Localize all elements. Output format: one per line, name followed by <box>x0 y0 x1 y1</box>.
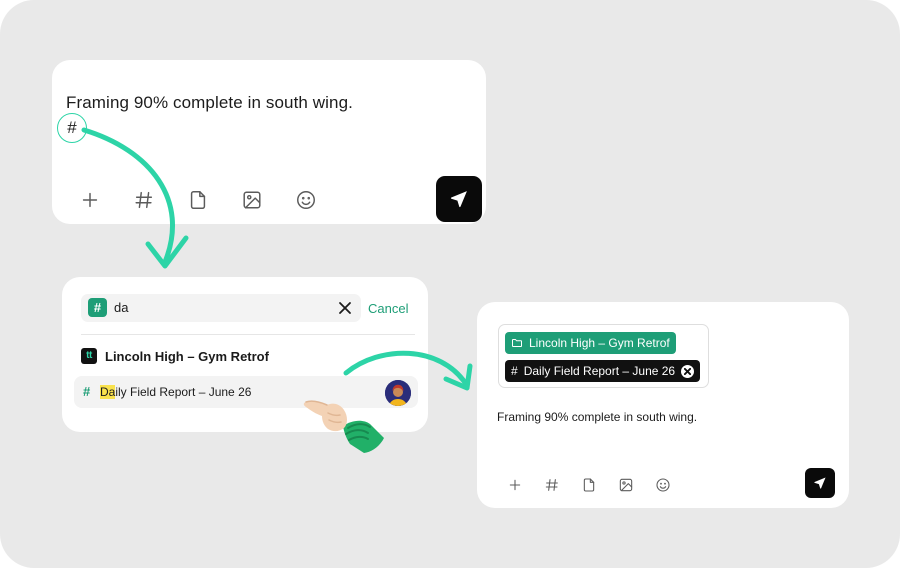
remove-chip-button[interactable] <box>681 364 695 378</box>
file-icon[interactable] <box>580 476 598 494</box>
project-chip[interactable]: Lincoln High – Gym Retrof <box>505 332 676 354</box>
report-chip[interactable]: # Daily Field Report – June 26 <box>505 360 701 382</box>
report-chip-label: Daily Field Report – June 26 <box>523 364 676 378</box>
folder-icon <box>512 339 522 347</box>
file-icon[interactable] <box>186 188 210 212</box>
project-logo: tt <box>81 348 97 364</box>
match-highlight: Da <box>100 385 116 399</box>
result-label-rest: ily Field Report – June 26 <box>115 385 252 399</box>
result-label: Daily Field Report – June 26 <box>100 385 251 399</box>
project-chip-label: Lincoln High – Gym Retrof <box>529 336 670 350</box>
composer-toolbar <box>506 476 672 494</box>
hash-trigger[interactable]: # <box>57 113 87 143</box>
composer-bottom: Lincoln High – Gym Retrof # Daily Field … <box>477 302 849 508</box>
cancel-button[interactable]: Cancel <box>368 301 408 316</box>
hash-icon[interactable] <box>132 188 156 212</box>
plus-icon[interactable] <box>78 188 102 212</box>
send-icon <box>450 191 467 208</box>
arrow-to-composer-head <box>443 363 473 391</box>
hash-badge: # <box>88 298 107 317</box>
composer-top: Framing 90% complete in south wing. # <box>52 60 486 224</box>
project-name: Lincoln High – Gym Retrof <box>105 348 269 364</box>
close-icon <box>684 367 692 375</box>
send-button[interactable] <box>805 468 835 498</box>
tag-list: Lincoln High – Gym Retrof # Daily Field … <box>498 324 709 388</box>
composer-toolbar <box>78 188 318 212</box>
arrow-to-picker-head <box>145 235 189 269</box>
divider <box>81 334 415 335</box>
send-icon <box>814 477 826 489</box>
pointing-hand-icon <box>303 400 384 453</box>
hash-icon[interactable] <box>543 476 561 494</box>
hash-icon: # <box>83 384 91 399</box>
hash-icon: # <box>511 364 518 378</box>
emoji-icon[interactable] <box>654 476 672 494</box>
send-button[interactable] <box>436 176 482 222</box>
project-header: tt Lincoln High – Gym Retrof <box>81 348 269 364</box>
close-icon[interactable] <box>338 301 352 315</box>
message-text[interactable]: Framing 90% complete in south wing. <box>66 93 353 113</box>
emoji-icon[interactable] <box>294 188 318 212</box>
canvas: Framing 90% complete in south wing. # # … <box>0 0 900 568</box>
search-input[interactable]: da <box>114 300 128 315</box>
plus-icon[interactable] <box>506 476 524 494</box>
search-field[interactable]: # da <box>81 294 361 322</box>
image-icon[interactable] <box>617 476 635 494</box>
image-icon[interactable] <box>240 188 264 212</box>
message-text[interactable]: Framing 90% complete in south wing. <box>497 410 697 424</box>
